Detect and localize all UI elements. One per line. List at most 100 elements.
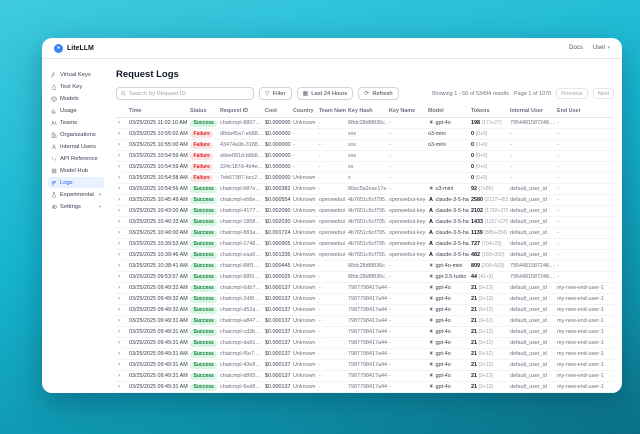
expand-row-icon[interactable]: › xyxy=(118,197,120,203)
cell-request-id: chatcmpl-8807… xyxy=(218,118,263,129)
status-badge: Success xyxy=(190,318,217,325)
expand-row-icon[interactable]: › xyxy=(118,384,120,390)
table-row[interactable]: ›03/25/2025 09:49:32 AMSuccesschatcmpl-d… xyxy=(116,305,614,316)
table-row[interactable]: ›03/25/2025 10:45:49 AMSuccesschatcmpl-e… xyxy=(116,195,614,206)
cell-tokens: 21 (9+12) xyxy=(469,371,508,382)
table-row[interactable]: ›03/25/2025 09:49:32 AMSuccesschatcmpl-2… xyxy=(116,294,614,305)
sidebar-item-logs[interactable]: Logs xyxy=(48,177,104,188)
previous-page-button[interactable]: Previous xyxy=(556,88,587,99)
expand-row-icon[interactable]: › xyxy=(118,296,120,302)
expand-row-icon[interactable]: › xyxy=(118,285,120,291)
top-nav: Docs User▾ xyxy=(569,45,610,51)
table-row[interactable]: ›03/25/2025 10:39:53 AMSuccesschatcmpl-1… xyxy=(116,239,614,250)
table-row[interactable]: ›03/25/2025 10:54:59 AMFailure324c187d-4… xyxy=(116,162,614,173)
table-row[interactable]: ›03/25/2025 09:49:31 AMSuccesschatcmpl-d… xyxy=(116,338,614,349)
sidebar-item-virtual-keys[interactable]: Virtual Keys xyxy=(48,69,104,80)
cell-team-name: - xyxy=(317,294,346,305)
expand-row-icon[interactable]: › xyxy=(118,153,120,159)
expand-row-icon[interactable]: › xyxy=(118,208,120,214)
sidebar-item-experimental[interactable]: Experimental▾ xyxy=(48,189,104,200)
cell-country: Unknown xyxy=(291,250,317,261)
table-row[interactable]: ›03/25/2025 09:49:31 AMSuccesschatcmpl-c… xyxy=(116,327,614,338)
sidebar-item-api-reference[interactable]: API Reference xyxy=(48,153,104,164)
table-row[interactable]: ›03/25/2025 09:53:57 AMSuccesschatcmpl-8… xyxy=(116,272,614,283)
cell-status: Failure xyxy=(188,162,218,173)
expand-row-icon[interactable]: › xyxy=(118,318,120,324)
sidebar-item-settings[interactable]: Settings▾ xyxy=(48,201,104,212)
cell-internal-user: default_user_id xyxy=(508,217,555,228)
cell-model xyxy=(426,173,469,184)
sidebar-item-label: Experimental xyxy=(60,192,94,198)
cell-tokens: 198 (171+27) xyxy=(469,118,508,129)
table-row[interactable]: ›03/25/2025 10:40:00 AMSuccesschatcmpl-8… xyxy=(116,228,614,239)
expand-row-icon[interactable]: › xyxy=(118,351,120,357)
cell-end-user: - xyxy=(555,261,614,272)
expand-row-icon[interactable]: › xyxy=(118,373,120,379)
cell-cost: $0.000000 xyxy=(263,173,291,184)
page-title: Request Logs xyxy=(116,69,614,80)
table-row[interactable]: ›03/25/2025 10:55:00 AMFailure43474a9b-3… xyxy=(116,140,614,151)
expand-row-icon[interactable]: › xyxy=(118,252,120,258)
expand-row-icon[interactable]: › xyxy=(118,241,120,247)
sidebar-item-test-key[interactable]: Test Key xyxy=(48,81,104,92)
expand-row-icon[interactable]: › xyxy=(118,175,120,181)
expand-row-icon[interactable]: › xyxy=(118,362,120,368)
table-row[interactable]: ›03/25/2025 10:39:46 AMSuccesschatcmpl-e… xyxy=(116,250,614,261)
search-input[interactable] xyxy=(129,91,249,97)
expand-row-icon[interactable]: › xyxy=(118,131,120,137)
expand-row-icon[interactable]: › xyxy=(118,219,120,225)
cell-end-user: my-new-end-user-1 xyxy=(555,283,614,294)
status-badge: Failure xyxy=(190,175,213,182)
expand-row-icon[interactable]: › xyxy=(118,120,120,126)
table-row[interactable]: ›03/25/2025 10:43:00 AMSuccesschatcmpl-4… xyxy=(116,206,614,217)
user-menu[interactable]: User▾ xyxy=(593,45,610,51)
table-row[interactable]: ›03/25/2025 10:54:59 AMFailurea9ee681d-b… xyxy=(116,151,614,162)
cell-key-name: - xyxy=(387,261,426,272)
docs-link[interactable]: Docs xyxy=(569,45,583,51)
expand-row-icon[interactable]: › xyxy=(118,164,120,170)
table-row[interactable]: ›03/25/2025 10:55:02 AMFailured8da45a7-e… xyxy=(116,129,614,140)
expand-row-icon[interactable]: › xyxy=(118,263,120,269)
table-row[interactable]: ›03/25/2025 10:38:41 AMSuccesschatcmpl-8… xyxy=(116,261,614,272)
status-badge: Success xyxy=(190,274,217,281)
sidebar-item-models[interactable]: Models xyxy=(48,93,104,104)
table-row[interactable]: ›03/25/2025 09:49:31 AMSuccesschatcmpl-a… xyxy=(116,316,614,327)
sidebar-item-usage[interactable]: Usage xyxy=(48,105,104,116)
cell-model xyxy=(426,162,469,173)
table-row[interactable]: ›03/25/2025 09:49:32 AMSuccesschatcmpl-6… xyxy=(116,283,614,294)
expand-row-icon[interactable]: › xyxy=(118,329,120,335)
table-row[interactable]: ›03/25/2025 09:49:31 AMSuccesschatcmpl-d… xyxy=(116,371,614,382)
table-row[interactable]: ›03/25/2025 10:40:33 AMSuccesschatcmpl-1… xyxy=(116,217,614,228)
expand-row-icon[interactable]: › xyxy=(118,186,120,192)
time-range-button[interactable]: ▦ Last 24 Hours xyxy=(297,87,354,100)
search-box[interactable] xyxy=(116,87,254,100)
cell-cost: $0.000137 xyxy=(263,316,291,327)
expand-row-icon[interactable]: › xyxy=(118,142,120,148)
table-row[interactable]: ›03/25/2025 09:49:31 AMSuccesschatcmpl-f… xyxy=(116,349,614,360)
expand-row-icon[interactable]: › xyxy=(118,274,120,280)
expand-row-icon[interactable]: › xyxy=(118,340,120,346)
cell-cost: $0.000000 xyxy=(263,129,291,140)
refresh-button[interactable]: ⟳ Refresh xyxy=(358,87,398,100)
table-row[interactable]: ›03/25/2025 09:49:31 AMSuccesschatcmpl-e… xyxy=(116,393,614,394)
cell-cost: $0.000137 xyxy=(263,305,291,316)
table-row[interactable]: ›03/25/2025 09:49:31 AMSuccesschatcmpl-4… xyxy=(116,360,614,371)
sidebar-item-model-hub[interactable]: Model Hub xyxy=(48,165,104,176)
sidebar-item-teams[interactable]: Teams xyxy=(48,117,104,128)
table-row[interactable]: ›03/25/2025 11:02:10 AMSuccesschatcmpl-8… xyxy=(116,118,614,129)
expand-row-icon[interactable]: › xyxy=(118,230,120,236)
cell-time: 03/25/2025 09:49:31 AM xyxy=(127,360,188,371)
sidebar-item-internal-users[interactable]: Internal Users xyxy=(48,141,104,152)
cell-tokens: 21 (9+12) xyxy=(469,294,508,305)
table-row[interactable]: ›03/25/2025 09:49:31 AMSuccesschatcmpl-6… xyxy=(116,382,614,393)
sidebar-item-organizations[interactable]: Organizations xyxy=(48,129,104,140)
table-row[interactable]: ›03/25/2025 10:54:58 AMFailure7eb67387-b… xyxy=(116,173,614,184)
expand-row-icon[interactable]: › xyxy=(118,307,120,313)
cell-request-id: chatcmpl-e891… xyxy=(218,393,263,394)
filter-button[interactable]: ▽ Filter xyxy=(259,87,292,100)
cell-key-hash: 7987798417a44… xyxy=(346,283,387,294)
cell-country: Unknown xyxy=(291,382,317,393)
next-page-button[interactable]: Next xyxy=(593,88,614,99)
search-icon xyxy=(121,91,126,96)
table-row[interactable]: ›03/25/2025 10:54:56 AMSuccesschatcmpl-b… xyxy=(116,184,614,195)
